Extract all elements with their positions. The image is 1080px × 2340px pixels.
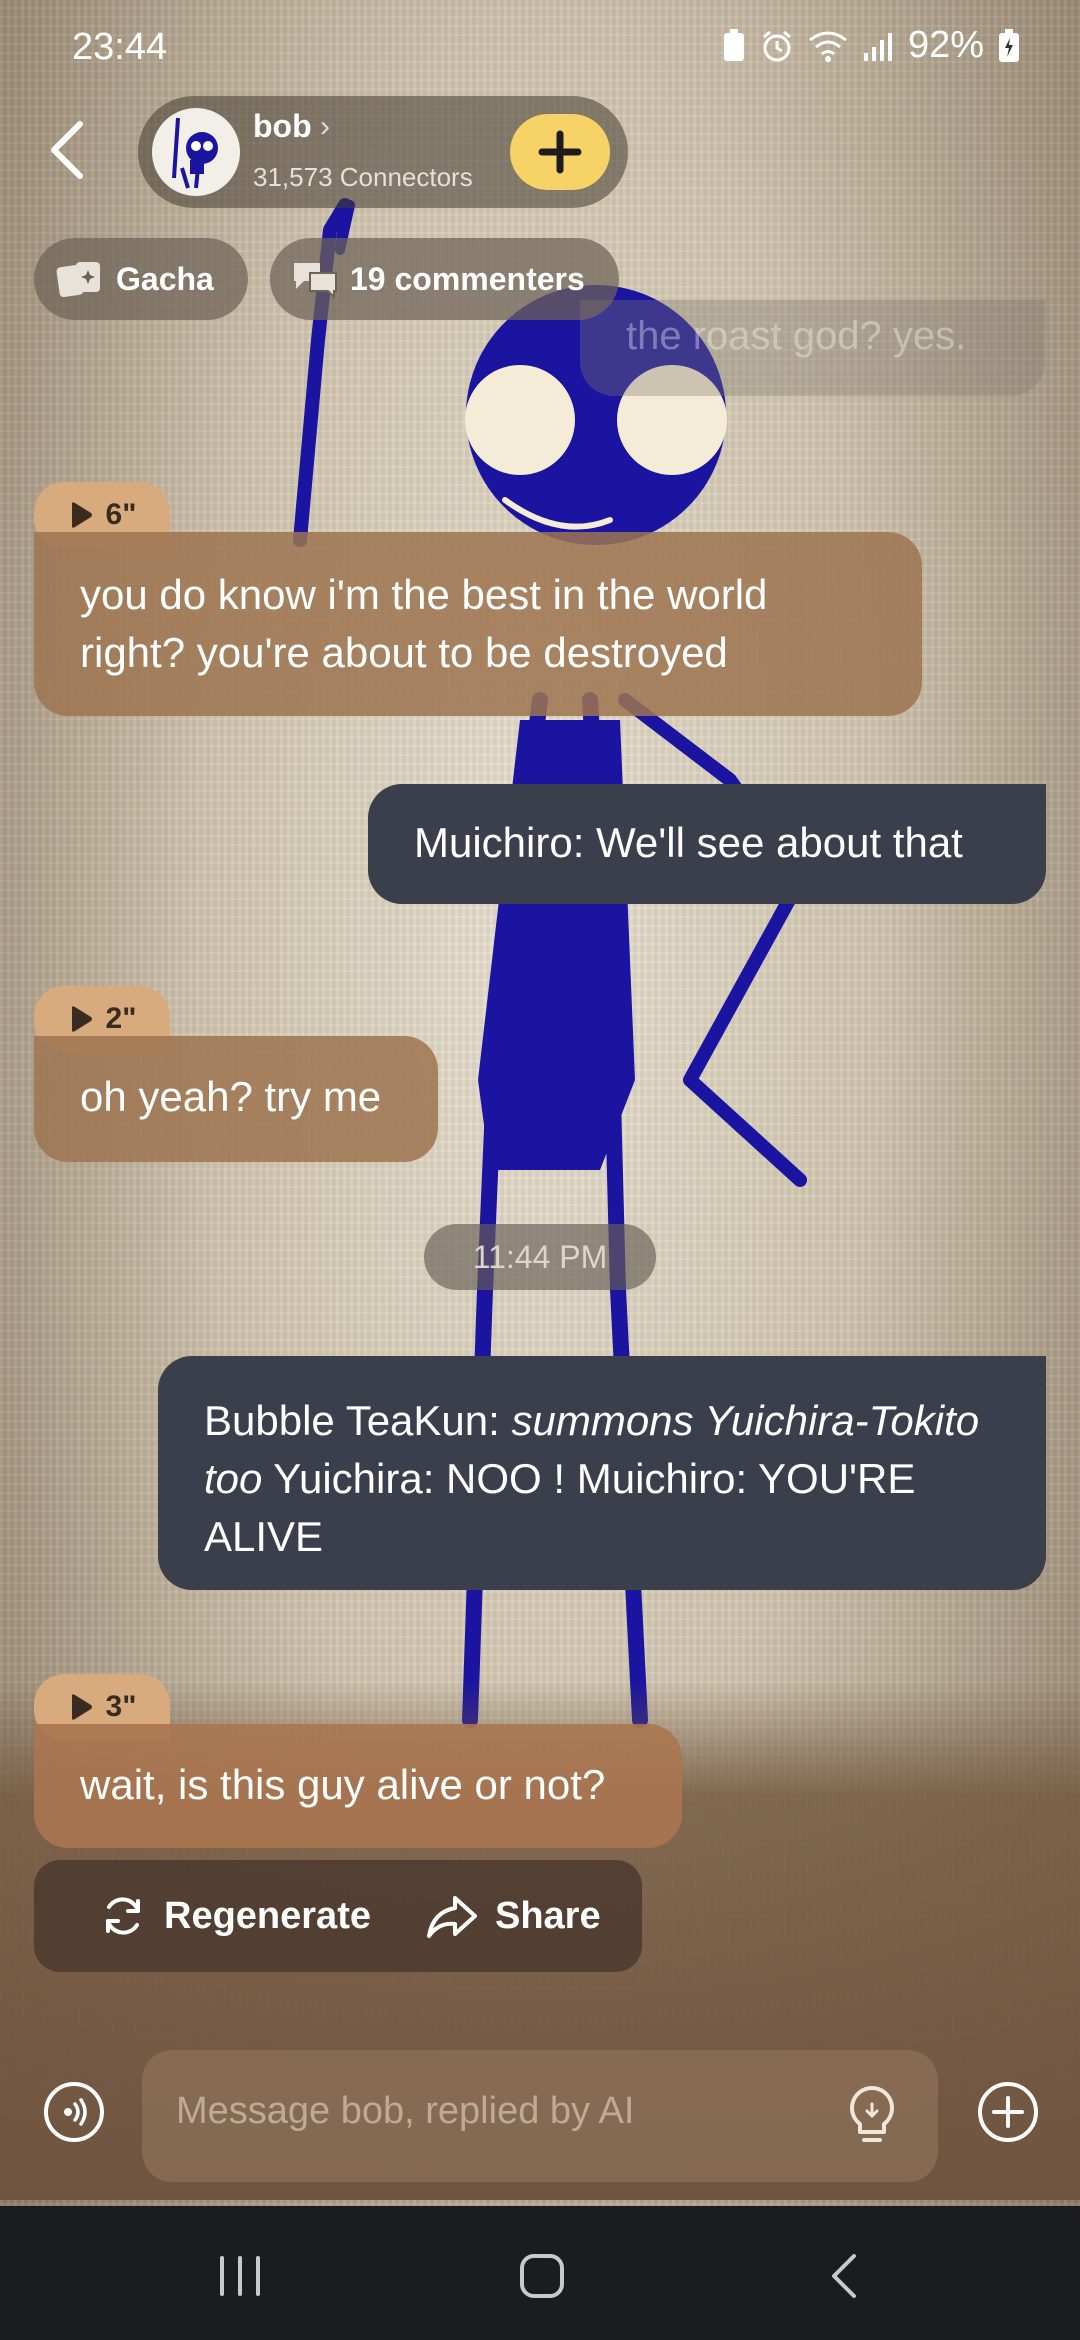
bot-message-bubble[interactable]: you do know i'm the best in the world ri… [34,532,922,716]
bot-message-bubble[interactable]: oh yeah? try me [34,1036,438,1162]
voice-call-icon[interactable] [42,2080,106,2144]
message-input[interactable]: Message bob, replied by AI [142,2050,938,2182]
character-profile-pill[interactable]: bob › 31,573 Connectors [138,96,628,208]
back-nav-icon[interactable] [816,2246,876,2306]
home-icon[interactable] [512,2246,572,2306]
wifi-icon [808,30,848,62]
gacha-label: Gacha [116,260,214,297]
system-navigation-bar [0,2206,1080,2340]
play-icon [71,502,92,528]
back-arrow-icon[interactable] [40,118,100,182]
connectors-count: 31,573 Connectors [253,162,473,192]
message-text-rest: Yuichira: NOO ! Muichiro: YOU'RE ALIVE [204,1455,916,1560]
gacha-cards-icon [56,262,100,298]
bot-message-bubble[interactable]: wait, is this guy alive or not? [34,1724,682,1848]
message-input-placeholder: Message bob, replied by AI [176,2090,635,2132]
share-label: Share [494,1894,601,1937]
status-time: 23:44 [72,26,168,68]
user-message-bubble[interactable]: Muichiro: We'll see about that [368,784,1046,904]
message-text: you do know i'm the best in the world ri… [80,571,768,676]
regenerate-button[interactable]: Regenerate [98,1891,371,1941]
message-text-speaker: Bubble TeaKun: [204,1397,512,1444]
voice-duration: 6" [105,498,137,531]
commenters-label: 19 commenters [350,260,585,297]
voice-duration: 3" [105,1690,137,1723]
share-button[interactable]: Share [425,1892,601,1940]
follow-plus-button[interactable] [510,114,610,190]
message-timestamp: 11:44 PM [424,1224,656,1290]
chevron-right-icon: › [320,110,330,143]
faded-message: the roast god? yes. [580,300,1045,396]
character-avatar[interactable] [152,108,240,196]
gacha-chip[interactable]: Gacha [34,238,248,320]
message-text: Muichiro: We'll see about that [414,819,963,866]
chat-header: bob › 31,573 Connectors [0,96,1080,208]
battery-icon [998,28,1020,63]
message-text: wait, is this guy alive or not? [80,1761,606,1808]
message-composer: Message bob, replied by AI [0,2040,1080,2200]
faded-message-text: the roast god? yes. [626,314,967,358]
regenerate-label: Regenerate [164,1894,371,1937]
add-circle-icon[interactable] [976,2080,1040,2144]
user-message-bubble[interactable]: Bubble TeaKun: summons Yuichira-Tokito t… [158,1356,1046,1590]
share-icon [426,1896,477,1938]
alarm-icon [760,29,794,63]
signal-icon [862,31,894,61]
commenters-chip[interactable]: 19 commenters [270,238,619,320]
battery-saver-icon [722,28,746,63]
voice-duration: 2" [105,1002,137,1035]
character-name: bob [253,108,312,144]
lightbulb-icon[interactable] [842,2084,902,2148]
message-text: oh yeah? try me [80,1073,382,1120]
status-bar: 23:44 92% [0,0,1080,96]
recent-apps-icon[interactable] [210,2246,270,2306]
play-icon [71,1694,92,1720]
message-actions-bar: Regenerate Share [34,1860,642,1972]
comments-icon [294,263,337,299]
regenerate-icon [106,1897,140,1935]
play-icon [71,1006,92,1032]
battery-percent: 92% [907,24,984,66]
